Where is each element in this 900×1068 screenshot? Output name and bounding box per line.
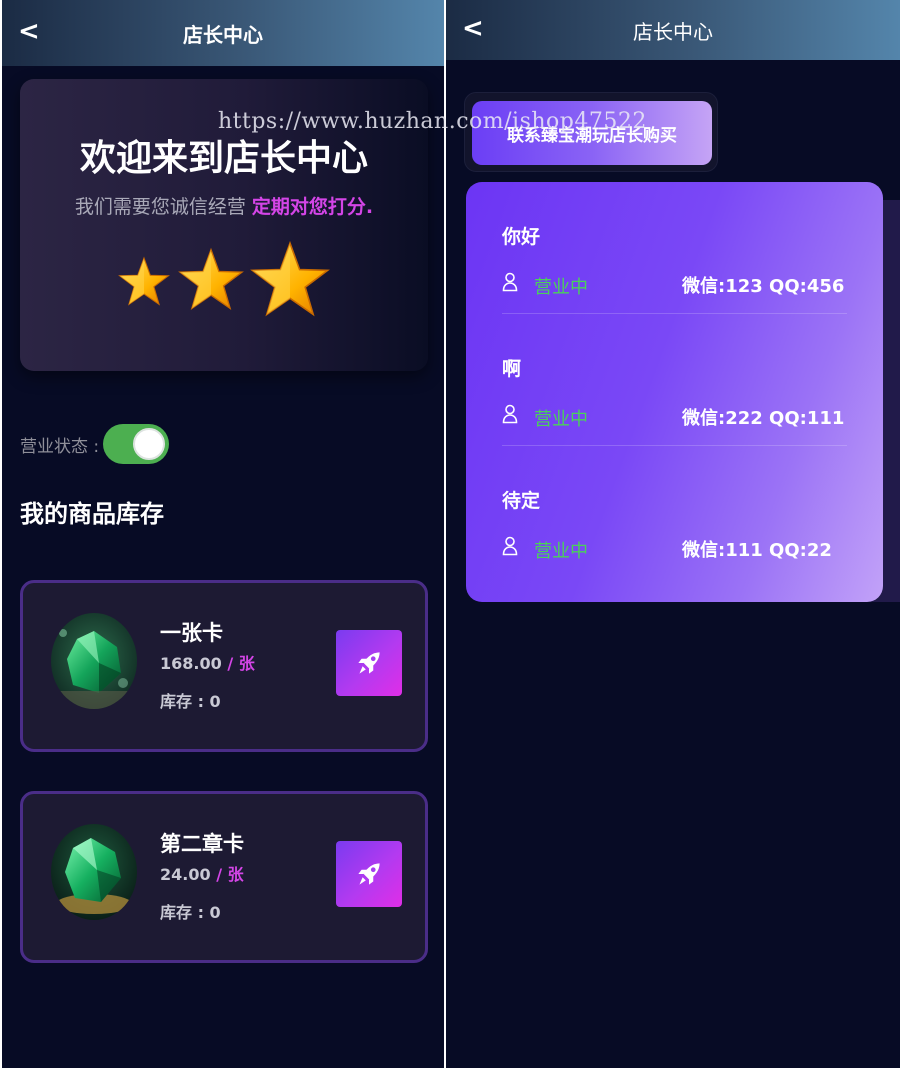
welcome-card: 欢迎来到店长中心 我们需要您诚信经营 定期对您打分.: [20, 79, 428, 371]
contact-button-container: 联系臻宝潮玩店长购买: [464, 92, 718, 172]
shop-status: 营业中: [534, 277, 588, 298]
shop-contact: 微信:111 QQ:22: [682, 540, 832, 561]
rocket-icon: [358, 652, 380, 674]
back-icon[interactable]: <: [462, 14, 484, 44]
person-icon: [502, 272, 518, 292]
business-status-row: 营业状态 :: [20, 424, 170, 464]
promote-button[interactable]: [336, 630, 402, 696]
product-stock: 库存 : 0: [160, 692, 221, 711]
header: < 店长中心: [446, 0, 900, 60]
shop-contact: 微信:123 QQ:456: [682, 276, 845, 297]
welcome-subtitle-text: 我们需要您诚信经营: [74, 196, 246, 218]
back-icon[interactable]: <: [18, 17, 40, 47]
star-icon: [178, 247, 244, 310]
product-card: 一张卡 168.00 / 张 库存 : 0: [20, 580, 428, 752]
list-item[interactable]: 啊 营业中 微信:222 QQ:111: [502, 314, 847, 446]
business-status-label: 营业状态 :: [20, 436, 100, 457]
right-screen: < 店长中心 联系臻宝潮玩店长购买 你好 营业中 微信:123 QQ:456 啊…: [446, 0, 900, 1068]
rocket-icon: [358, 863, 380, 885]
list-item[interactable]: 你好 营业中 微信:123 QQ:456: [502, 182, 847, 314]
rating-stars: [20, 239, 428, 329]
person-icon: [502, 404, 518, 424]
page-title: 店长中心: [183, 22, 263, 47]
contact-manager-button[interactable]: 联系臻宝潮玩店长购买: [472, 101, 712, 165]
shop-name: 啊: [502, 358, 522, 380]
welcome-highlight: 定期对您打分.: [251, 196, 374, 218]
price-value: 168.00: [160, 654, 222, 673]
product-price: 168.00 / 张: [160, 650, 255, 674]
product-name: 第二章卡: [160, 832, 244, 856]
left-screen: < 店长中心 欢迎来到店长中心 我们需要您诚信经营 定期对您打分. 营业状态:…: [2, 0, 444, 1068]
shop-contact: 微信:222 QQ:111: [682, 408, 845, 429]
promote-button[interactable]: [336, 841, 402, 907]
business-status-toggle[interactable]: [103, 424, 170, 464]
price-value: 24.00: [160, 865, 211, 884]
product-price: 24.00 / 张: [160, 861, 244, 885]
price-unit: / 张: [227, 654, 255, 673]
star-icon: [118, 256, 170, 306]
toggle-knob: [133, 428, 166, 460]
shop-status: 营业中: [534, 409, 588, 430]
product-image: [51, 613, 137, 709]
product-stock: 库存 : 0: [160, 903, 221, 922]
shop-list: 你好 营业中 微信:123 QQ:456 啊 营业中 微信:222 QQ:111…: [466, 182, 883, 602]
shop-name: 待定: [502, 490, 541, 512]
person-icon: [502, 536, 518, 556]
list-item[interactable]: 待定 营业中 微信:111 QQ:22: [502, 446, 847, 578]
welcome-title: 欢迎来到店长中心: [79, 138, 368, 179]
inventory-section-title: 我的商品库存: [20, 500, 164, 528]
page-title: 店长中心: [633, 19, 713, 44]
header: < 店长中心: [2, 0, 444, 66]
product-image: [51, 824, 137, 920]
shop-name: 你好: [502, 226, 541, 248]
product-card: 第二章卡 24.00 / 张 库存 : 0: [20, 791, 428, 963]
price-unit: / 张: [216, 865, 244, 884]
shop-status: 营业中: [534, 541, 588, 562]
product-name: 一张卡: [160, 621, 223, 645]
welcome-subtitle: 我们需要您诚信经营 定期对您打分.: [20, 192, 428, 219]
star-icon: [250, 240, 330, 317]
